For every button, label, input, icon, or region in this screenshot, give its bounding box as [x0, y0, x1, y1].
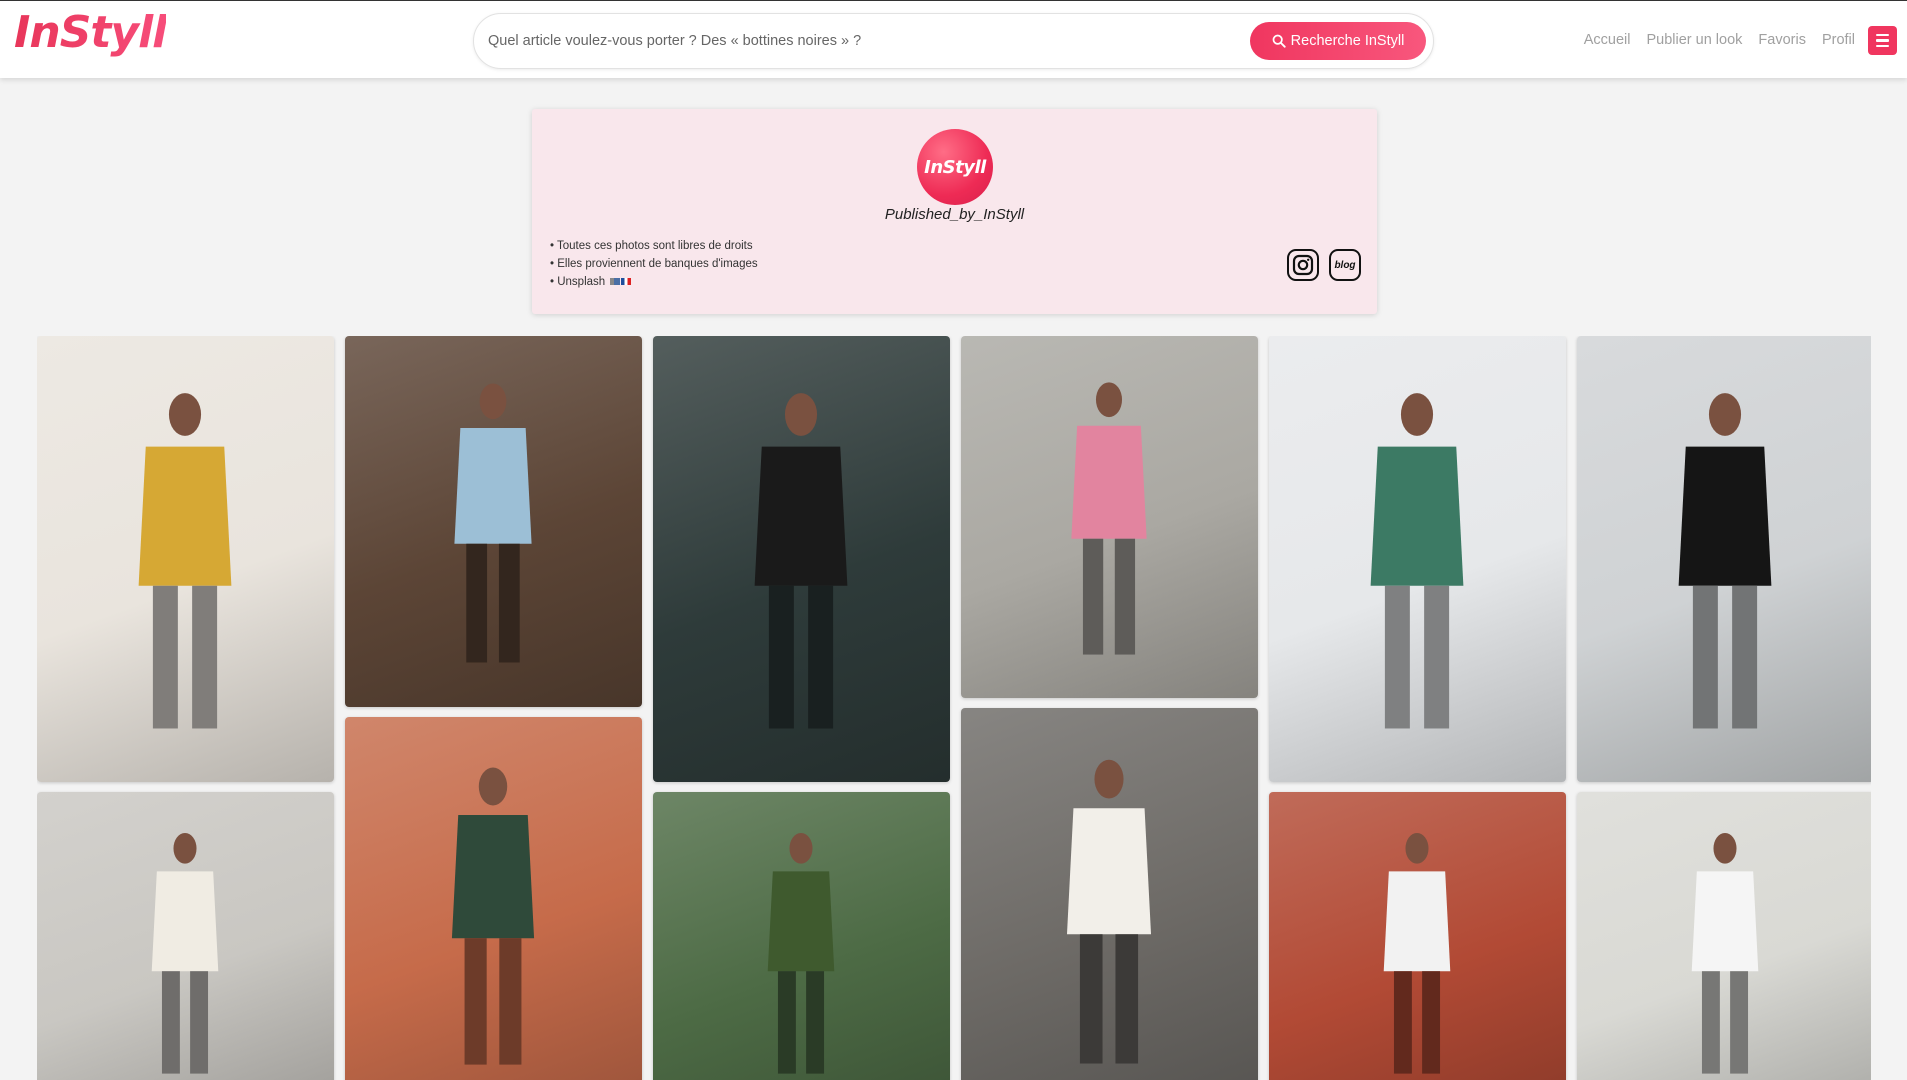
outfit-figure	[1370, 393, 1464, 729]
search-button-label: Recherche InStyll	[1290, 33, 1405, 49]
outfit-figure	[151, 832, 219, 1074]
outfit-figure	[1066, 759, 1152, 1064]
avatar[interactable]: InStyll	[917, 129, 993, 205]
instyll-logo[interactable]: InStyll	[14, 7, 167, 58]
photo-card-woman-yellow-sweater-wicker-chair[interactable]	[37, 336, 334, 782]
outfit-figure	[767, 832, 835, 1074]
photo-card-woman-pink-teddy-coat[interactable]	[961, 336, 1258, 698]
nav-link-favoris[interactable]: Favoris	[1758, 32, 1806, 48]
profile-note-item: Elles proviennent de banques d'images	[550, 255, 757, 273]
top-navbar: InStyll Recherche InStyll Accueil Publie…	[0, 0, 1907, 78]
outfit-figure	[1071, 382, 1147, 655]
search-icon	[1272, 34, 1286, 48]
instagram-button[interactable]	[1287, 249, 1319, 281]
flag-emojis-icon	[610, 273, 632, 291]
nav-link-profil[interactable]: Profil	[1822, 32, 1855, 48]
search-bar: Recherche InStyll	[473, 13, 1434, 69]
search-button[interactable]: Recherche InStyll	[1250, 22, 1426, 60]
hamburger-menu-button[interactable]	[1868, 26, 1897, 55]
photo-card-woman-black-outfit-the-broad[interactable]	[1577, 336, 1871, 782]
hamburger-icon	[1876, 33, 1889, 37]
search-input[interactable]	[486, 20, 1246, 62]
profile-card: InStyll Published_by_InStyll Toutes ces …	[532, 109, 1377, 314]
outfit-figure	[754, 393, 848, 729]
outfit-figure	[1691, 832, 1759, 1074]
blog-button[interactable]: blog	[1329, 249, 1361, 281]
photo-card-woman-white-blouse-jeans-sitting[interactable]	[37, 792, 334, 1080]
photo-card-woman-denim-shorts-wood-wall[interactable]	[961, 708, 1258, 1080]
photo-card-woman-green-coat-white-stairs[interactable]	[1269, 336, 1566, 782]
photo-card-woman-white-top-white-gate[interactable]	[1577, 792, 1871, 1080]
outfit-figure	[1383, 832, 1451, 1074]
instagram-icon	[1292, 254, 1314, 276]
outfit-figure	[138, 393, 232, 729]
blog-label: blog	[1334, 259, 1356, 271]
nav-link-accueil[interactable]: Accueil	[1584, 32, 1631, 48]
social-links: blog	[1287, 249, 1361, 281]
outfit-figure	[454, 383, 532, 663]
profile-username: Published_by_InStyll	[884, 206, 1025, 223]
photo-card-woman-white-sweatshirt-red-wall[interactable]	[1269, 792, 1566, 1080]
nav-link-publier-un-look[interactable]: Publier un look	[1646, 32, 1742, 48]
photo-card-woman-denim-jacket-jumping-cabin[interactable]	[345, 336, 642, 707]
photo-card-woman-green-jacket-palm-trees[interactable]	[653, 792, 950, 1080]
profile-note-item: Toutes ces photos sont libres de droits	[550, 237, 758, 255]
photo-card-woman-beret-green-skirt-street[interactable]	[345, 717, 642, 1080]
outfit-figure	[451, 767, 535, 1065]
photo-card-woman-black-jacket-sheer-skirt[interactable]	[653, 336, 950, 782]
profile-notes: Toutes ces photos sont libres de droits …	[550, 237, 758, 291]
photo-grid	[37, 336, 1871, 1080]
outfit-figure	[1678, 393, 1772, 729]
profile-note-item: Unsplash	[550, 273, 758, 291]
nav-links: Accueil Publier un look Favoris Profil	[1584, 1, 1855, 79]
